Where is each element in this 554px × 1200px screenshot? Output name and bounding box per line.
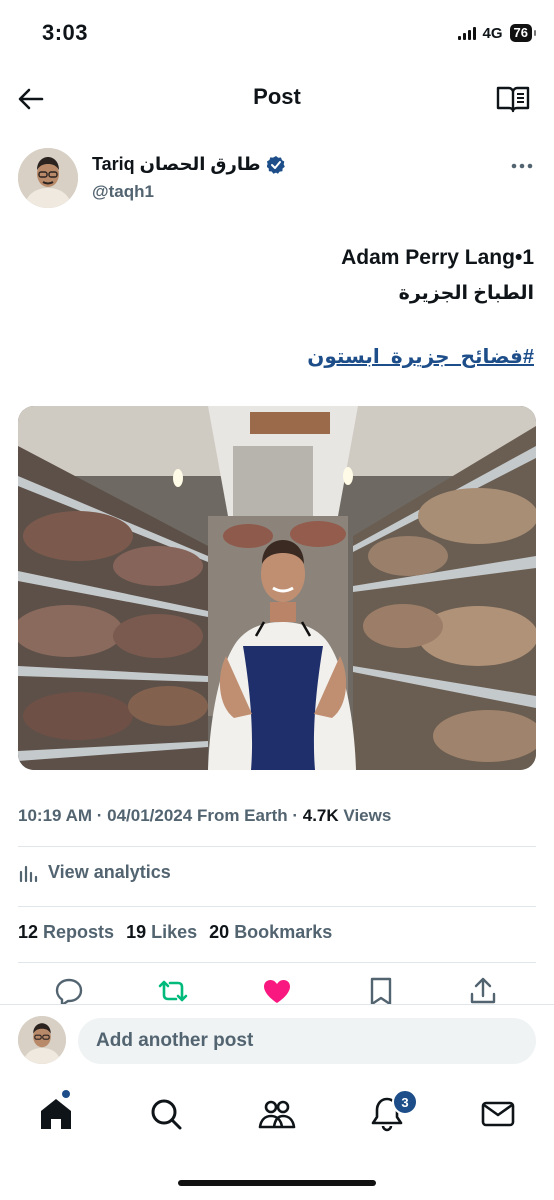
home-indicator: [178, 1180, 376, 1186]
bookmarks-count: 20: [209, 922, 230, 942]
reposts-label: Reposts: [43, 922, 115, 942]
post-meta: 10:19 AM · 04/01/2024 From Earth · 4.7K …: [18, 806, 392, 825]
view-analytics-label: View analytics: [48, 862, 171, 882]
reposts-stat[interactable]: 12 Reposts: [18, 922, 114, 943]
battery-icon: 76: [509, 24, 537, 42]
search-icon[interactable]: [146, 1094, 186, 1134]
home-icon[interactable]: [36, 1094, 76, 1134]
bookmark-icon[interactable]: [366, 976, 396, 1006]
author-name-row[interactable]: Tariq طارق الحصان: [92, 154, 285, 175]
hashtag-link[interactable]: #فضائح_جزيرة_ابستون: [307, 344, 534, 369]
divider: [18, 846, 536, 847]
likes-stat[interactable]: 19 Likes: [126, 922, 197, 943]
divider: [18, 906, 536, 907]
likes-count: 19: [126, 922, 147, 942]
more-icon[interactable]: [510, 160, 534, 172]
repost-icon[interactable]: [158, 976, 188, 1006]
my-avatar[interactable]: [18, 1016, 66, 1064]
share-icon[interactable]: [468, 976, 498, 1006]
post-time: 10:19 AM: [18, 806, 93, 825]
verified-icon: [266, 155, 285, 174]
author-handle[interactable]: @taqh1: [92, 182, 154, 202]
reposts-count: 12: [18, 922, 39, 942]
like-icon[interactable]: [262, 976, 292, 1006]
views-count: 4.7K: [302, 806, 339, 825]
likes-label: Likes: [151, 922, 198, 942]
views-label: Views: [343, 806, 392, 825]
notifications-badge: 3: [392, 1089, 418, 1115]
divider: [18, 962, 536, 963]
communities-icon[interactable]: [257, 1094, 297, 1134]
post-date: 04/01/2024: [107, 806, 193, 825]
post-stats: 12 Reposts 19 Likes 20 Bookmarks: [18, 922, 332, 943]
add-post-placeholder[interactable]: Add another post: [96, 1030, 253, 1052]
status-time: 3:03: [42, 20, 89, 45]
view-analytics-button[interactable]: View analytics: [18, 862, 171, 883]
post-text-line-2: الطباخ الجزيرة: [398, 283, 534, 304]
reader-icon[interactable]: [496, 84, 530, 114]
signal-icon: [457, 26, 476, 40]
status-indicators: 4G 76: [457, 24, 537, 42]
post-text-line-1: Adam Perry Lang•1: [341, 246, 534, 269]
network-type: 4G: [482, 24, 503, 42]
home-unread-dot: [62, 1090, 70, 1098]
post-source: From Earth: [196, 806, 288, 825]
post-image[interactable]: [18, 406, 536, 770]
reply-icon[interactable]: [54, 976, 84, 1006]
page-title: Post: [253, 84, 301, 109]
avatar[interactable]: [18, 148, 78, 208]
bookmarks-label: Bookmarks: [234, 922, 333, 942]
bookmarks-stat[interactable]: 20 Bookmarks: [209, 922, 332, 943]
messages-icon[interactable]: [478, 1094, 518, 1134]
author-name[interactable]: Tariq طارق الحصان: [92, 154, 261, 175]
analytics-icon: [19, 865, 38, 882]
